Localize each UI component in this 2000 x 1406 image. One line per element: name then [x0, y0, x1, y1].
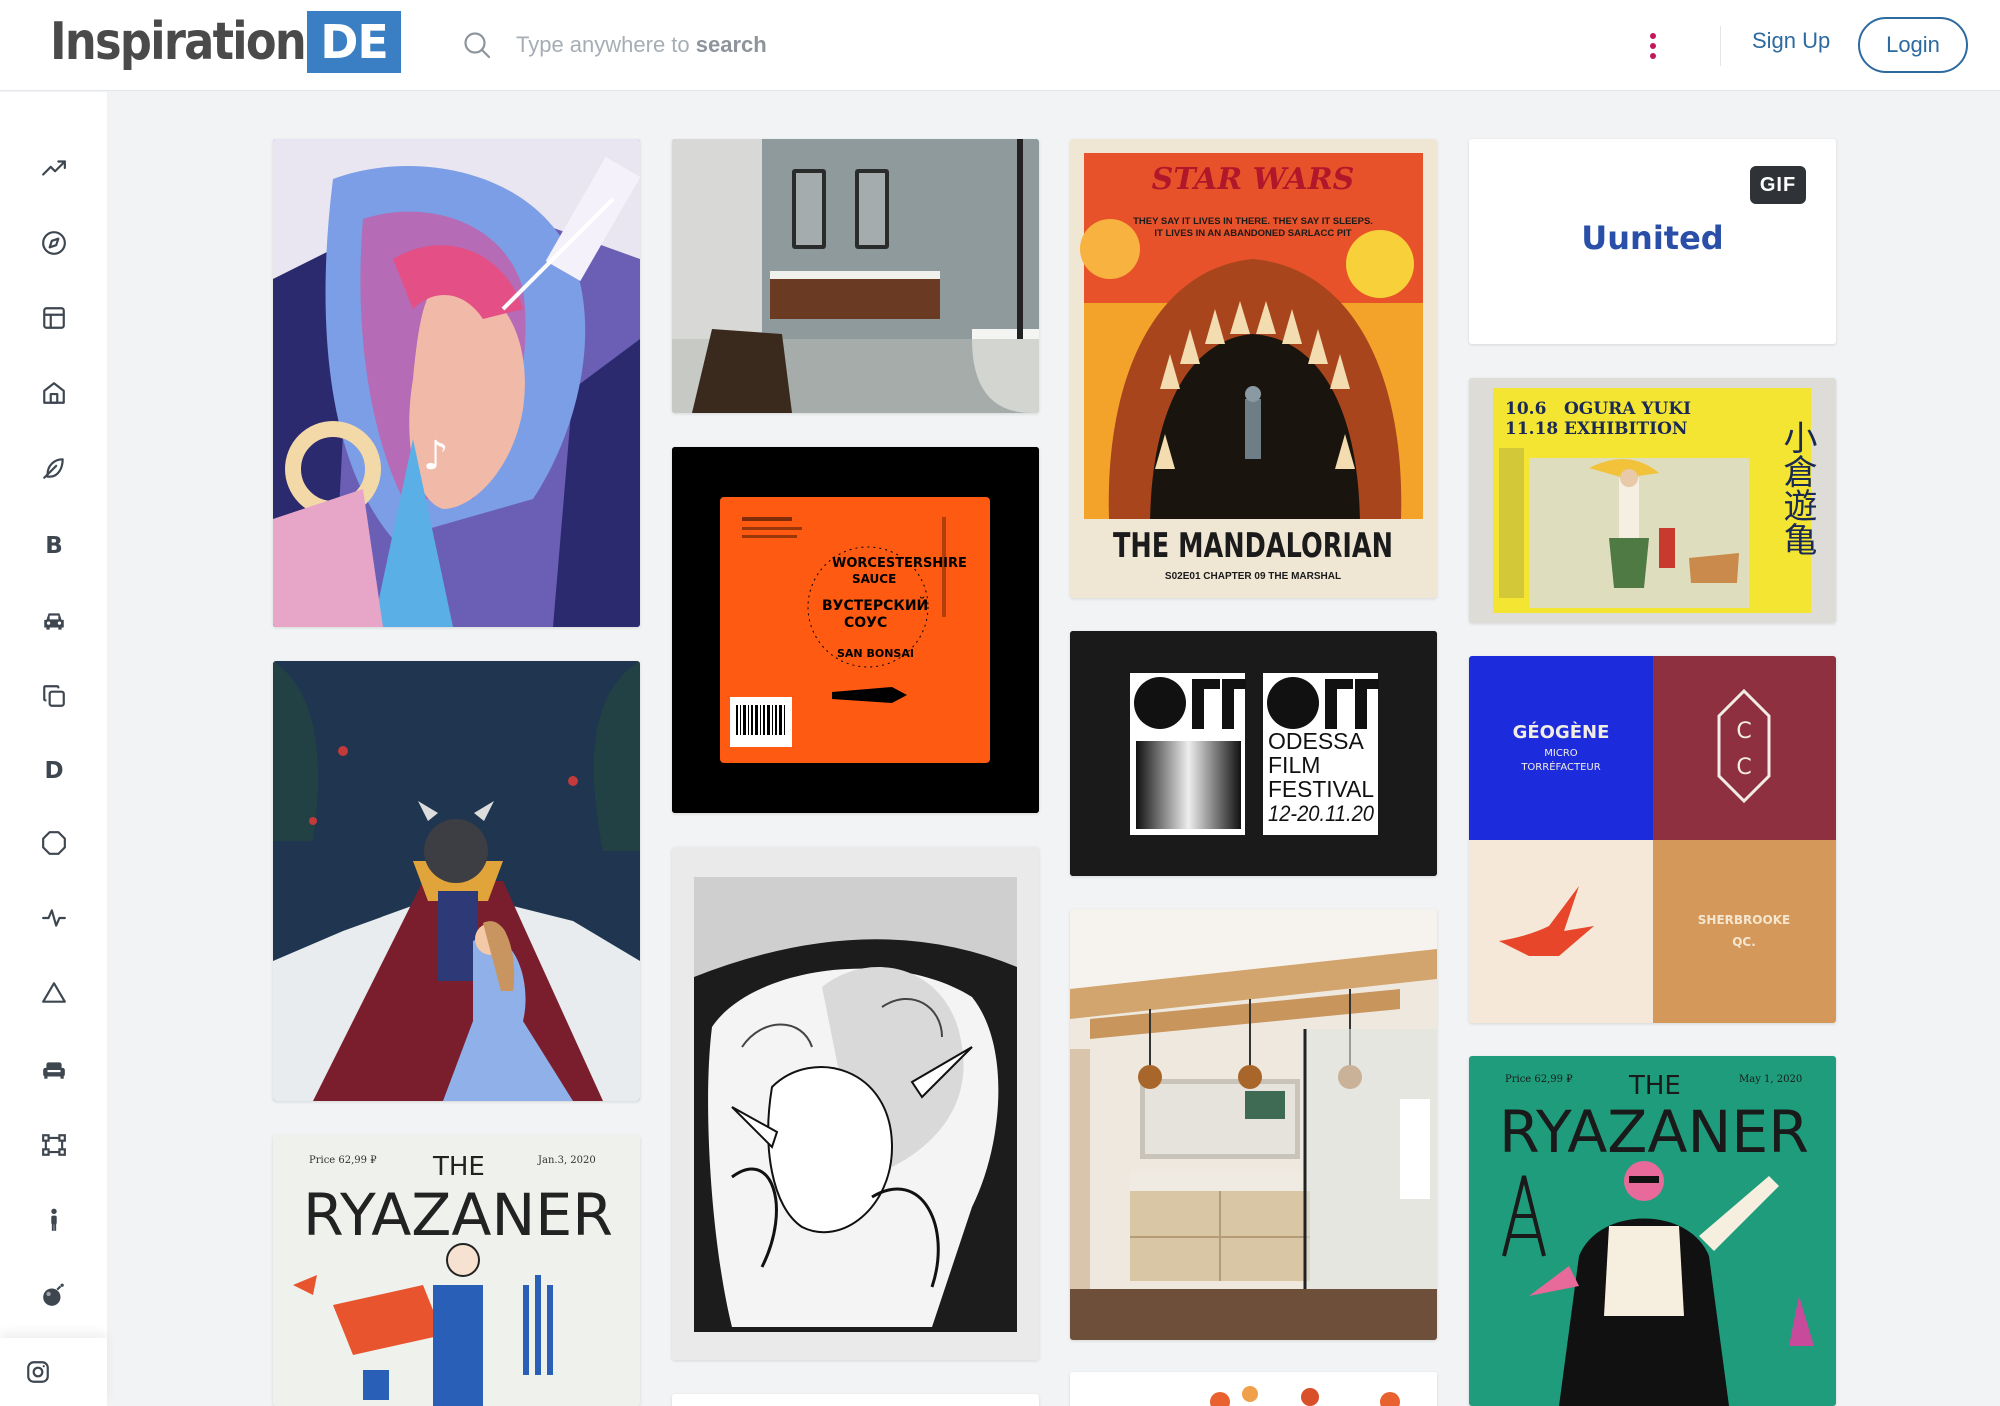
bathroom-photo [672, 139, 1039, 413]
trending-up-icon[interactable] [34, 148, 74, 188]
octagon-icon[interactable] [34, 823, 74, 863]
ryazaner-the: THE [432, 1152, 485, 1182]
sauce-brand: SAN BONSAI [837, 647, 914, 660]
united-brand-mark: Uunited [1581, 219, 1724, 257]
artwork-card-ogura-yuki[interactable]: 10.6 11.18 OGURA YUKI EXHIBITION 小倉遊亀 [1469, 378, 1836, 623]
bomb-icon[interactable] [34, 1275, 74, 1315]
logo-badge: DE [307, 11, 401, 73]
mandalorian-logo: THE MANDALORIAN [1113, 526, 1393, 566]
compass-icon[interactable] [34, 223, 74, 263]
ryazaner-cover-jan: Price 62,99 ₽ THE Jan.3, 2020 RYAZANER [273, 1135, 640, 1406]
geogene-sub-2: TORRÉFACTEUR [1520, 760, 1600, 773]
off-line-3: FESTIVAL [1268, 776, 1374, 802]
ogura-kanji: 小倉遊亀 [1777, 420, 1817, 556]
abstract-girl-illustration: ♪ [273, 139, 640, 627]
geogene-place-1: SHERBROOKE [1698, 913, 1790, 927]
site-logo[interactable]: Inspiration DE [50, 11, 401, 73]
starwars-tagline-1: THEY SAY IT LIVES IN THERE. THEY SAY IT … [1133, 216, 1373, 227]
ogura-dates-1: 10.6 [1505, 399, 1546, 419]
artwork-card-bathroom-wood[interactable] [1070, 909, 1437, 1340]
beauty-and-beast-illustration [273, 661, 640, 1101]
elves-ink-illustration [672, 847, 1039, 1360]
letter-d-icon[interactable]: D [34, 751, 74, 791]
sauce-label-design: WORCESTERSHIRE SAUCE ВУСТЕРСКИЙ СОУС SAN… [672, 447, 1039, 813]
person-icon[interactable] [34, 1200, 74, 1240]
ogura-dates-2: 11.18 [1505, 419, 1558, 439]
starwars-title: STAR WARS [1152, 162, 1355, 197]
search-bar[interactable]: Type anywhere to search [462, 24, 982, 66]
off-line-1: ODESSA [1268, 728, 1365, 754]
artwork-card-abstract-girl[interactable]: ♪ [273, 139, 640, 627]
artwork-card-ryazaner-2[interactable]: Price 62,99 ₽ THE May 1, 2020 RYAZANER [1469, 1056, 1836, 1406]
artwork-card-partial-col2[interactable] [672, 1394, 1039, 1406]
category-sidebar: B D [0, 92, 107, 1406]
artwork-card-off-festival[interactable]: ODESSA FILM FESTIVAL 12-20.11.20 [1070, 631, 1437, 876]
wood-bathroom-photo [1070, 909, 1437, 1340]
sauce-russian-2: СОУС [844, 615, 887, 631]
geogene-name: GÉOGÈNE [1513, 721, 1610, 743]
mandalorian-poster: STAR WARS THEY SAY IT LIVES IN THERE. TH… [1070, 139, 1437, 598]
artwork-card-ryazaner-1[interactable]: Price 62,99 ₽ THE Jan.3, 2020 RYAZANER [273, 1135, 640, 1406]
ryazaner2-the: THE [1628, 1071, 1681, 1101]
ogura-yuki-exhibition-poster: 10.6 11.18 OGURA YUKI EXHIBITION 小倉遊亀 [1469, 378, 1836, 623]
geogene-brand-identity: GÉOGÈNE MICRO TORRÉFACTEUR C C SHERBROOK… [1469, 656, 1836, 1023]
ryazaner2-title: RYAZANER [1499, 1098, 1809, 1166]
sauce-arc-title: WORCESTERSHIRE [832, 556, 967, 571]
svg-text:♪: ♪ [423, 433, 449, 479]
gif-badge: GIF [1750, 166, 1806, 204]
artwork-card-elves-sketch[interactable] [672, 847, 1039, 1360]
off-line-2: FILM [1268, 752, 1320, 778]
geogene-sub-1: MICRO [1544, 748, 1578, 759]
off-festival-poster: ODESSA FILM FESTIVAL 12-20.11.20 [1070, 631, 1437, 876]
vector-nodes-icon[interactable] [34, 1125, 74, 1165]
off-dates: 12-20.11.20 [1268, 801, 1375, 826]
activity-icon[interactable] [34, 898, 74, 938]
ogura-title-1: OGURA YUKI [1564, 399, 1691, 419]
artwork-card-star-wars[interactable]: STAR WARS THEY SAY IT LIVES IN THERE. TH… [1070, 139, 1437, 598]
artwork-card-bathroom-grey[interactable] [672, 139, 1039, 413]
sauce-arc-sub: SAUCE [852, 572, 896, 586]
autumn-leaves-partial [1070, 1372, 1437, 1406]
sign-up-link[interactable]: Sign Up [1752, 28, 1830, 54]
ryazaner-cover-may: Price 62,99 ₽ THE May 1, 2020 RYAZANER [1469, 1056, 1836, 1406]
ryazaner-date: Jan.3, 2020 [537, 1155, 596, 1166]
instagram-icon[interactable] [18, 1352, 58, 1392]
more-options-icon[interactable] [1640, 30, 1666, 62]
layout-icon[interactable] [34, 298, 74, 338]
artwork-card-sauce-label[interactable]: WORCESTERSHIRE SAUCE ВУСТЕРСКИЙ СОУС SAN… [672, 447, 1039, 813]
ryazaner-price: Price 62,99 ₽ [309, 1155, 377, 1166]
sauce-russian-1: ВУСТЕРСКИЙ [822, 597, 928, 614]
svg-text:C: C [1736, 755, 1751, 780]
car-icon[interactable] [34, 601, 74, 641]
artwork-card-geogene[interactable]: GÉOGÈNE MICRO TORRÉFACTEUR C C SHERBROOK… [1469, 656, 1836, 1023]
logo-wordmark: Inspiration [50, 12, 307, 72]
ryazaner2-date: May 1, 2020 [1739, 1074, 1802, 1085]
home-icon[interactable] [34, 373, 74, 413]
triangle-icon[interactable] [34, 973, 74, 1013]
feather-icon[interactable] [34, 448, 74, 488]
geogene-place-2: QC. [1732, 935, 1756, 949]
login-button[interactable]: Login [1858, 17, 1968, 73]
artwork-card-partial-col3[interactable] [1070, 1372, 1437, 1406]
copy-icon[interactable] [34, 676, 74, 716]
search-icon [464, 32, 491, 59]
svg-text:C: C [1736, 719, 1751, 744]
artwork-card-beauty-beast[interactable] [273, 661, 640, 1101]
sidebar-footer [0, 1338, 107, 1406]
header-divider [1720, 26, 1721, 66]
starwars-tagline-2: IT LIVES IN AN ABANDONED SARLACC PIT [1154, 228, 1351, 239]
letter-b-icon[interactable]: B [34, 526, 74, 566]
top-header: Inspiration DE Type anywhere to search S… [0, 0, 2000, 91]
mandalorian-episode: S02E01 CHAPTER 09 THE MARSHAL [1165, 571, 1341, 582]
ogura-title-2: EXHIBITION [1564, 419, 1687, 439]
sofa-icon[interactable] [34, 1050, 74, 1090]
ryazaner-title: RYAZANER [303, 1181, 613, 1249]
artwork-card-united-gif[interactable]: GIF Uunited [1469, 139, 1836, 344]
ryazaner2-price: Price 62,99 ₽ [1505, 1074, 1573, 1085]
search-placeholder[interactable]: Type anywhere to search [516, 32, 767, 58]
